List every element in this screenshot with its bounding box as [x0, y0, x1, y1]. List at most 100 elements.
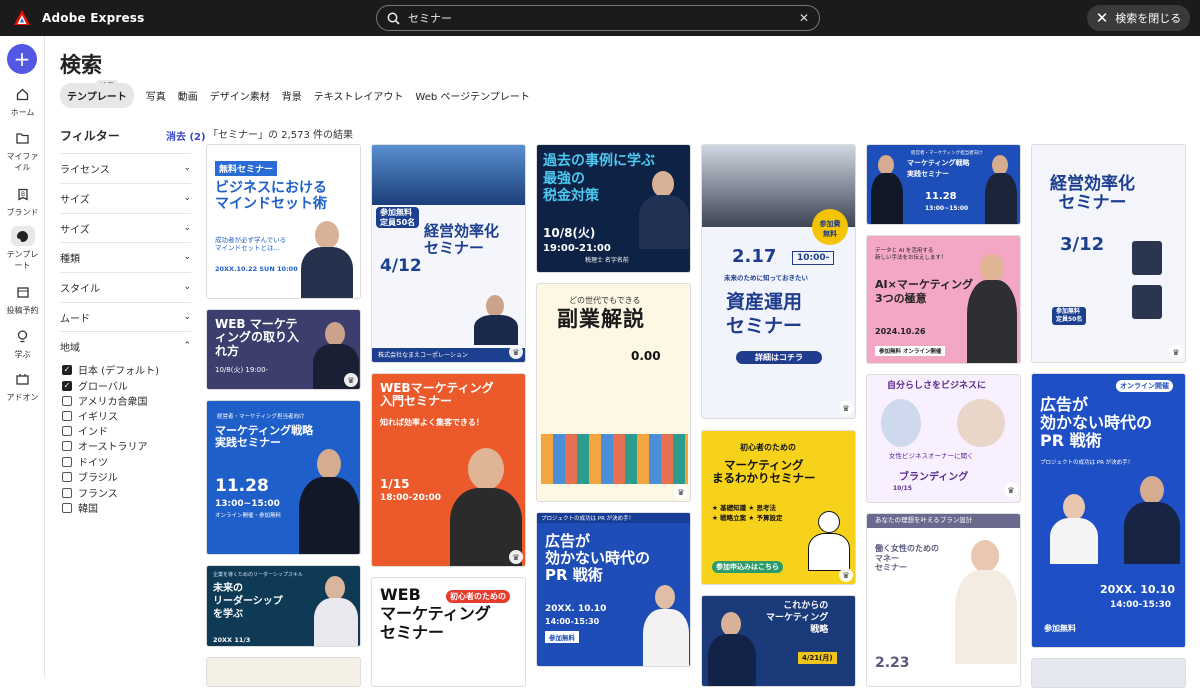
template-card-web-marketing-beginner[interactable]: WEB マーケティング セミナー 初心者のための — [371, 577, 526, 687]
checkbox-checked-icon[interactable]: ✓ — [62, 380, 72, 391]
region-option[interactable]: イギリス — [62, 408, 118, 423]
tab-webpage-templates[interactable]: Web ページテンプレート — [415, 88, 529, 103]
template-card-partial[interactable] — [1031, 658, 1186, 688]
person-photo — [1048, 492, 1100, 564]
facet-license[interactable]: ライセンス ⌄ — [60, 153, 191, 182]
create-button[interactable]: + — [7, 44, 37, 74]
facet-label: ムード — [60, 313, 90, 325]
facet-type[interactable]: 種類 ⌄ — [60, 242, 191, 271]
card-subtitle: 成功者が必ず学んでいる マインドセットとは… — [215, 236, 287, 252]
tab-backgrounds[interactable]: 背景 — [282, 88, 302, 103]
checkbox-icon[interactable] — [62, 410, 72, 421]
card-time: 14:00-15:30 — [1110, 600, 1172, 610]
template-card-web-marketing-intro[interactable]: WEBマーケティング 入門セミナー 知れば効率よく集客できる！ 1/15 18:… — [371, 373, 526, 567]
rail-item-templates[interactable]: テンプレート — [0, 226, 45, 271]
checkbox-icon[interactable] — [62, 487, 72, 498]
chevron-down-icon: ⌄ — [183, 282, 191, 292]
app-name: Adobe Express — [42, 11, 145, 25]
region-option-label: イギリス — [78, 412, 118, 423]
person-photo — [1132, 285, 1162, 319]
template-card-marketing-beginner[interactable]: 初心者のための マーケティング まるわかりセミナー ★ 基礎知識 ★ 思考法 ★… — [701, 430, 856, 585]
checkbox-icon[interactable] — [62, 471, 72, 482]
tab-text-layouts[interactable]: テキストレイアウト — [314, 88, 404, 103]
rail-item-learn[interactable]: 学ぶ — [0, 326, 45, 360]
card-title: WEBマーケティング 入門セミナー — [380, 381, 494, 409]
region-option[interactable]: オーストラリア — [62, 438, 148, 453]
card-badge: プロジェクトの成功は PR が決め手！ — [537, 513, 690, 523]
brand[interactable]: Adobe Express — [12, 8, 145, 28]
checkbox-checked-icon[interactable]: ✓ — [62, 364, 72, 375]
rail-item-brand[interactable]: B ブランド — [0, 184, 45, 218]
template-card-asset[interactable]: 参加費 無料 2.17 10:00- 未来のために知っておきたい 資産運用 セミ… — [701, 144, 856, 419]
template-card-web-marketing[interactable]: WEB マーケティングの取り入れ方 10/8(火) 19:00- ♛ — [206, 309, 361, 390]
close-search-button[interactable]: ✕ 検索を閉じる — [1087, 5, 1190, 31]
person-photo — [1122, 474, 1182, 564]
region-option[interactable]: 韓国 — [62, 500, 98, 515]
tab-videos[interactable]: 動画 — [178, 88, 198, 103]
region-option[interactable]: ✓ グローバル — [62, 378, 128, 393]
region-option[interactable]: ブラジル — [62, 469, 118, 484]
lightbulb-icon — [11, 326, 35, 346]
clear-filters-button[interactable]: 消去 (2) — [166, 128, 206, 143]
clear-search-icon[interactable]: ✕ — [799, 11, 809, 25]
content-tabs: テンプレート 写真 動画 デザイン素材 背景 テキストレイアウト Web ページ… — [60, 82, 542, 108]
card-title: 自分らしさをビジネスに — [887, 381, 987, 391]
facet-size-2[interactable]: サイズ ⌄ — [60, 213, 191, 242]
plus-icon: + — [13, 47, 31, 71]
checkbox-icon[interactable] — [62, 395, 72, 406]
rail-label: ブランド — [6, 208, 39, 217]
template-card-partial[interactable] — [206, 657, 361, 687]
rail-item-home[interactable]: ホーム — [0, 84, 45, 118]
template-card-pr-tactics[interactable]: プロジェクトの成功は PR が決め手！ 広告が 効かない時代の PR 戦術 20… — [536, 512, 691, 667]
rail-item-schedule[interactable]: 投稿予約 — [0, 282, 45, 316]
region-option[interactable]: アメリカ合衆国 — [62, 393, 148, 408]
region-option[interactable]: フランス — [62, 485, 118, 500]
tab-photos[interactable]: 写真 — [146, 88, 166, 103]
tab-design-assets[interactable]: デザイン素材 — [210, 88, 270, 103]
facet-label: サイズ — [60, 194, 90, 206]
checkbox-icon[interactable] — [62, 502, 72, 513]
template-card-leadership[interactable]: 企業を導くためのリーダーシップスキル 未来の リーダーシップ を学ぶ 20XX … — [206, 565, 361, 647]
person-photo — [446, 444, 525, 566]
region-option[interactable]: ドイツ — [62, 454, 108, 469]
checkbox-icon[interactable] — [62, 425, 72, 436]
template-card-ai-marketing[interactable]: データと AI を活用する 新しい手法をお伝えします！ AI×マーケティング 3… — [866, 235, 1021, 364]
facet-mood[interactable]: ムード ⌄ — [60, 302, 191, 331]
search-input[interactable]: セミナー ✕ — [376, 5, 820, 31]
template-card-efficiency[interactable]: 参加無料 定員50名 経営効率化 セミナー 4/12 株式会社なまえコーポレーシ… — [371, 144, 526, 363]
template-card-money[interactable]: あなたの理想を叶えるプラン設計 働く女性のための マネー セミナー 2.23 — [866, 513, 1021, 687]
tab-templates[interactable]: テンプレート — [60, 82, 134, 108]
template-card-mindset[interactable]: 無料セミナー ビジネスにおける マインドセット術 成功者が必ず学んでいる マイン… — [206, 144, 361, 299]
people-illustration — [541, 434, 688, 484]
region-option[interactable]: インド — [62, 423, 108, 438]
facet-size[interactable]: サイズ ⌄ — [60, 183, 191, 212]
checkbox-icon[interactable] — [62, 440, 72, 451]
template-card-side-job[interactable]: どの世代でもできる 副業解説 0.00 ♛ — [536, 283, 691, 502]
card-badge: 無料セミナー — [215, 161, 278, 176]
template-card-branding[interactable]: 自分らしさをビジネスに 女性ビジネスオーナーに聞く ブランディング 10/15 … — [866, 374, 1021, 503]
result-count: 「セミナー」の 2,573 件の結果 — [208, 130, 353, 141]
card-date: 20XX. 10.10 — [1100, 583, 1176, 596]
template-card-tax[interactable]: 過去の事例に学ぶ 最強の 税金対策 10/8(火) 19:00-21:00 税理… — [536, 144, 691, 273]
template-card-efficiency-2[interactable]: 経営効率化 セミナー 3/12 参加無料 定員50名 ♛ — [1031, 144, 1186, 363]
folder-icon — [11, 128, 35, 148]
card-date: 2.17 — [732, 246, 777, 267]
card-subtitle: どの世代でもできる — [569, 296, 641, 305]
card-title: WEB マーケティングの取り入れ方 — [215, 317, 300, 358]
template-card-pr-tactics-2[interactable]: オンライン開催 広告が 効かない時代の PR 戦術 プロジェクトの成功は PR … — [1031, 373, 1186, 648]
rail-item-addons[interactable]: アドオン — [0, 369, 45, 403]
card-badge: 参加無料 定員50名 — [376, 207, 420, 229]
template-card-marketing-strategy-2[interactable]: 経営者・マーケティング担当者向け マーケティング戦略 実践セミナー 11.28 … — [866, 144, 1021, 225]
rail-item-files[interactable]: マイファイル — [0, 128, 45, 173]
card-subtitle: オンライン開催・参加無料 — [215, 513, 282, 519]
checkbox-icon[interactable] — [62, 456, 72, 467]
facet-region[interactable]: 地域 ⌃ — [60, 331, 191, 360]
region-option[interactable]: ✓ 日本 (デフォルト) — [62, 362, 159, 377]
template-card-marketing-strategy[interactable]: 経営者・マーケティング担当者向け マーケティング戦略 実践セミナー 11.28 … — [206, 400, 361, 555]
card-badge: 参加無料 定員50名 — [1052, 307, 1087, 325]
rail-label: テンプレート — [6, 250, 39, 270]
card-subtitle: ★ 基礎知識 ★ 思考法 ★ 戦略立案 ★ 予算設定 — [712, 504, 783, 523]
template-card-marketing-future[interactable]: これからの マーケティング 戦略 4/21(月) — [701, 595, 856, 687]
facet-style[interactable]: スタイル ⌄ — [60, 272, 191, 301]
card-date: 11.28 — [925, 191, 957, 202]
